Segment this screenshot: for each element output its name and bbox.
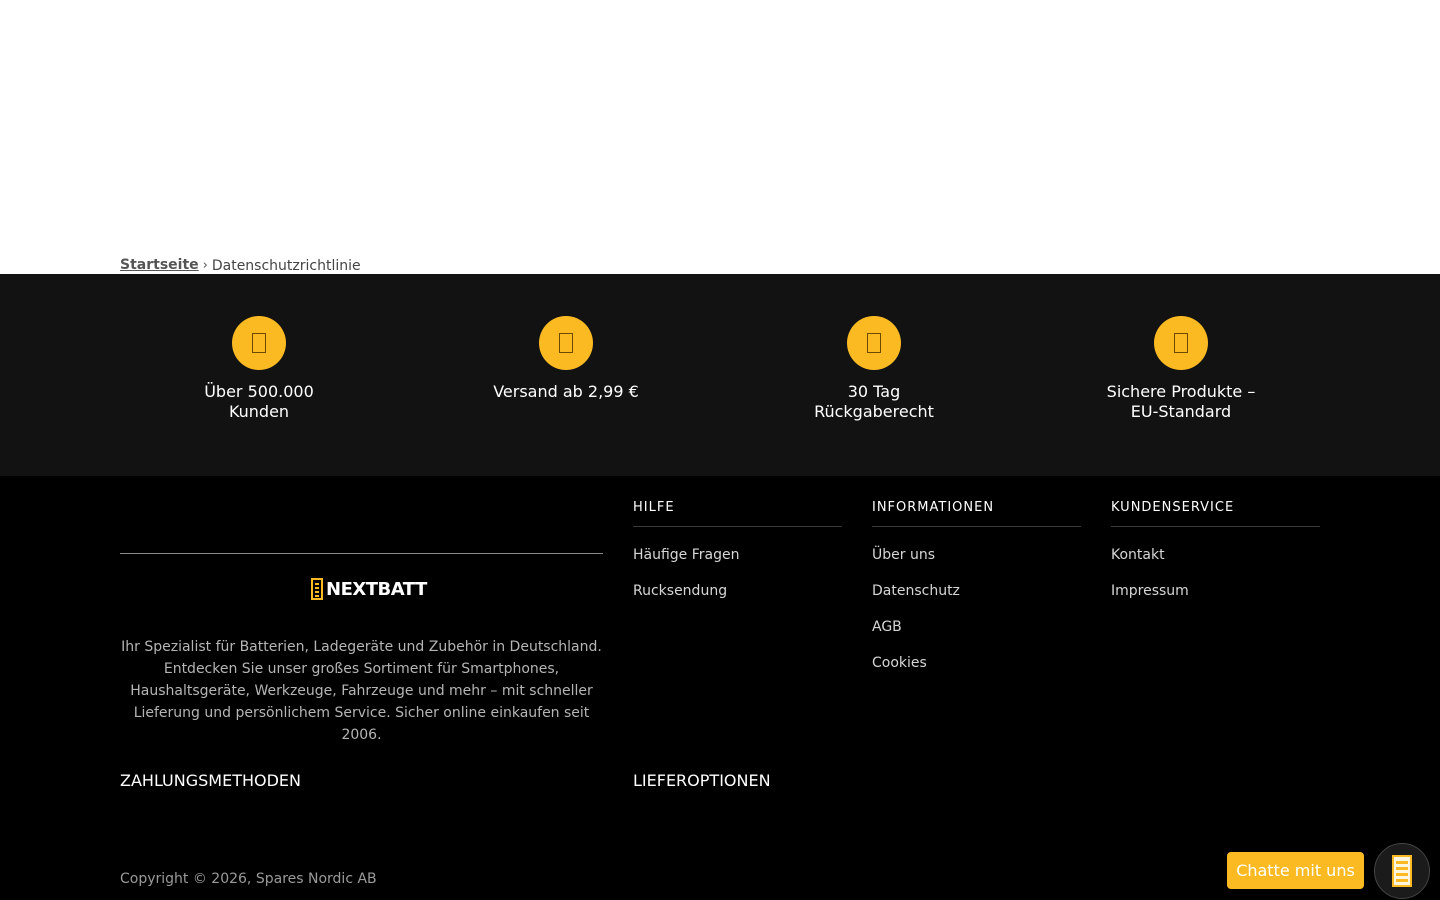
usp-band: Über 500.000 Kunden Versand ab 2,99 € 30… (0, 274, 1440, 476)
site-footer: NEXTBATT Ihr Spezialist für Batterien, L… (0, 476, 1440, 900)
breadcrumb: Startseite › Datenschutzrichtlinie (120, 256, 361, 274)
usp-safety: Sichere Produkte – EU-Standard (1051, 316, 1311, 422)
page-top-area (0, 0, 1440, 255)
footer-link-cookies[interactable]: Cookies (872, 653, 1081, 689)
copyright: Copyright © 2026, Spares Nordic AB (120, 871, 377, 887)
footer-link-terms[interactable]: AGB (872, 617, 1081, 653)
users-icon (232, 316, 286, 370)
chat-button[interactable]: Chatte mit uns (1227, 852, 1364, 889)
column-heading: HILFE (633, 500, 842, 527)
divider (120, 553, 603, 554)
footer-link-privacy[interactable]: Datenschutz (872, 581, 1081, 617)
chat-avatar-button[interactable] (1374, 843, 1430, 899)
battery-icon (311, 578, 323, 600)
nextbatt-logo[interactable]: NEXTBATT (311, 578, 427, 600)
footer-column-help: HILFE Häufige Fragen Rucksendung (633, 500, 842, 617)
battery-icon (1392, 855, 1412, 887)
truck-icon (539, 316, 593, 370)
brand-description: Ihr Spezialist für Batterien, Ladegeräte… (121, 639, 602, 743)
footer-column-service: KUNDENSERVICE Kontakt Impressum (1111, 500, 1320, 617)
footer-link-imprint[interactable]: Impressum (1111, 581, 1320, 617)
footer-column-info: INFORMATIONEN Über uns Datenschutz AGB C… (872, 500, 1081, 689)
breadcrumb-current: Datenschutzrichtlinie (211, 258, 361, 274)
logo-text: NEXTBATT (326, 578, 427, 600)
breadcrumb-home-link[interactable]: Startseite (120, 257, 199, 273)
usp-label: Sichere Produkte – EU-Standard (1106, 382, 1256, 421)
payment-methods-heading: ZAHLUNGSMETHODEN (120, 771, 301, 790)
usp-label: Versand ab 2,99 € (493, 382, 639, 401)
usp-customers: Über 500.000 Kunden (129, 316, 389, 422)
usp-returns: 30 Tag Rückgaberecht (744, 316, 1004, 422)
return-icon (847, 316, 901, 370)
footer-link-about[interactable]: Über uns (872, 545, 1081, 581)
footer-link-returns[interactable]: Rucksendung (633, 581, 842, 617)
usp-label: Über 500.000 Kunden (204, 382, 314, 421)
delivery-options-heading: LIEFEROPTIONEN (633, 771, 771, 790)
shield-icon (1154, 316, 1208, 370)
column-heading: INFORMATIONEN (872, 500, 1081, 527)
usp-shipping: Versand ab 2,99 € (436, 316, 696, 402)
usp-label: 30 Tag Rückgaberecht (814, 382, 934, 421)
column-heading: KUNDENSERVICE (1111, 500, 1320, 527)
chevron-right-icon: › (202, 257, 208, 273)
footer-link-faq[interactable]: Häufige Fragen (633, 545, 842, 581)
footer-link-contact[interactable]: Kontakt (1111, 545, 1320, 581)
